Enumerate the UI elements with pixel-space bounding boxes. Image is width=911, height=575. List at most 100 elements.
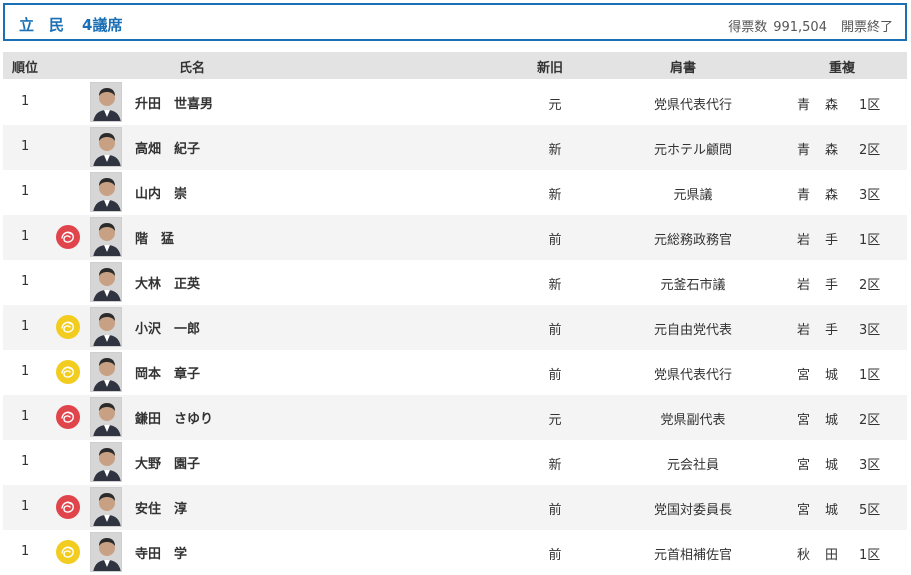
party-name: 立 民 xyxy=(19,16,65,34)
table-row: 1 岡本 章子 前 党県代表代行 宮 城 1区 xyxy=(3,350,907,395)
table-row: 1 鎌田 さゆり 元 党県副代表 宮 城 2区 xyxy=(3,395,907,440)
red-rose-icon xyxy=(56,225,80,249)
candidate-name: 小沢 一郎 xyxy=(135,322,201,337)
title-cell: 党県副代表 xyxy=(660,413,726,428)
rank-cell: 1 xyxy=(21,184,30,199)
table-row: 1 山内 崇 新 元県議 青 森 3区 xyxy=(3,170,907,215)
candidate-photo xyxy=(90,307,122,347)
candidate-name: 山内 崇 xyxy=(135,187,188,202)
district-cell: 1区 xyxy=(859,233,881,248)
status-cell: 前 xyxy=(548,233,562,248)
candidate-photo xyxy=(90,352,122,392)
title-cell: 元釜石市議 xyxy=(660,278,726,293)
prefecture-cell: 岩 手 xyxy=(797,323,840,338)
district-cell: 1区 xyxy=(859,368,881,383)
table-row: 1 升田 世喜男 元 党県代表代行 青 森 1区 xyxy=(3,80,907,125)
candidate-name: 高畑 紀子 xyxy=(135,142,201,157)
prefecture-cell: 岩 手 xyxy=(797,233,840,248)
rank-cell: 1 xyxy=(21,364,30,379)
rank-cell: 1 xyxy=(21,454,30,469)
table-row: 1 寺田 学 前 元首相補佐官 秋 田 1区 xyxy=(3,530,907,575)
yellow-rose-icon xyxy=(56,540,80,564)
candidate-photo xyxy=(90,397,122,437)
title-cell: 元会社員 xyxy=(666,458,719,473)
candidate-photo xyxy=(90,217,122,257)
candidate-photo xyxy=(90,532,122,572)
column-dual: 重複 xyxy=(829,61,856,76)
table-row: 1 大野 園子 新 元会社員 宮 城 3区 xyxy=(3,440,907,485)
district-cell: 2区 xyxy=(859,278,881,293)
prefecture-cell: 青 森 xyxy=(797,98,840,113)
title-cell: 元県議 xyxy=(673,188,713,203)
candidate-photo xyxy=(90,487,122,527)
table-header: 順位 氏名 新旧 肩書 重複 xyxy=(3,52,907,79)
status-cell: 前 xyxy=(548,548,562,563)
district-cell: 3区 xyxy=(859,458,881,473)
district-cell: 5区 xyxy=(859,503,881,518)
rank-cell: 1 xyxy=(21,229,30,244)
column-rank: 順位 xyxy=(12,61,39,76)
vote-summary: 得票数 991,504 開票終了 xyxy=(728,16,893,35)
candidate-name: 階 猛 xyxy=(135,232,175,247)
candidate-name: 岡本 章子 xyxy=(135,367,201,382)
status-cell: 前 xyxy=(548,323,562,338)
status-cell: 元 xyxy=(548,98,562,113)
yellow-rose-icon xyxy=(56,315,80,339)
prefecture-cell: 宮 城 xyxy=(797,503,840,518)
rank-cell: 1 xyxy=(21,319,30,334)
candidate-photo xyxy=(90,127,122,167)
rank-cell: 1 xyxy=(21,544,30,559)
prefecture-cell: 宮 城 xyxy=(797,413,840,428)
candidate-photo xyxy=(90,262,122,302)
candidate-name: 升田 世喜男 xyxy=(135,97,214,112)
candidate-photo xyxy=(90,442,122,482)
status-cell: 新 xyxy=(548,278,562,293)
title-cell: 党国対委員長 xyxy=(653,503,732,518)
status-cell: 新 xyxy=(548,458,562,473)
rank-cell: 1 xyxy=(21,274,30,289)
rank-cell: 1 xyxy=(21,139,30,154)
table-row: 1 大林 正英 新 元釜石市議 岩 手 2区 xyxy=(3,260,907,305)
candidate-list: 1 升田 世喜男元党県代表代行青 森 1区 1 高畑 紀子新元ホテル顧問青 森 2区 1 山内… xyxy=(3,80,907,575)
table-row: 1 小沢 一郎 前 元自由党代表 岩 手 3区 xyxy=(3,305,907,350)
candidate-photo xyxy=(90,82,122,122)
prefecture-cell: 宮 城 xyxy=(797,368,840,383)
status-cell: 新 xyxy=(548,188,562,203)
votes-label: 得票数 xyxy=(728,20,768,35)
title-cell: 党県代表代行 xyxy=(653,98,732,113)
title-cell: 元自由党代表 xyxy=(653,323,732,338)
red-rose-icon xyxy=(56,405,80,429)
candidate-name: 大林 正英 xyxy=(135,277,201,292)
district-cell: 3区 xyxy=(859,323,881,338)
status-cell: 前 xyxy=(548,368,562,383)
count-status: 開票終了 xyxy=(840,20,893,35)
column-title: 肩書 xyxy=(670,61,697,76)
district-cell: 1区 xyxy=(859,98,881,113)
party-title: 立 民 4議席 xyxy=(19,14,122,35)
yellow-rose-icon xyxy=(56,360,80,384)
prefecture-cell: 岩 手 xyxy=(797,278,840,293)
title-cell: 元ホテル顧問 xyxy=(653,143,732,158)
table-row: 1 安住 淳 前 党国対委員長 宮 城 5区 xyxy=(3,485,907,530)
candidate-photo xyxy=(90,172,122,212)
red-rose-icon xyxy=(56,495,80,519)
candidate-name: 鎌田 さゆり xyxy=(135,412,214,427)
prefecture-cell: 宮 城 xyxy=(797,458,840,473)
prefecture-cell: 青 森 xyxy=(797,143,840,158)
district-cell: 2区 xyxy=(859,143,881,158)
table-row: 1 階 猛 前 元総務政務官 岩 手 1区 xyxy=(3,215,907,260)
status-cell: 元 xyxy=(548,413,562,428)
rank-cell: 1 xyxy=(21,409,30,424)
rank-cell: 1 xyxy=(21,499,30,514)
candidate-name: 安住 淳 xyxy=(135,502,188,517)
status-cell: 新 xyxy=(548,143,562,158)
title-cell: 元首相補佐官 xyxy=(653,548,732,563)
column-status: 新旧 xyxy=(537,61,564,76)
column-name: 氏名 xyxy=(179,61,206,76)
candidate-name: 寺田 学 xyxy=(135,547,188,562)
rank-cell: 1 xyxy=(21,94,30,109)
candidate-name: 大野 園子 xyxy=(135,457,201,472)
district-cell: 3区 xyxy=(859,188,881,203)
district-cell: 2区 xyxy=(859,413,881,428)
title-cell: 元総務政務官 xyxy=(653,233,732,248)
